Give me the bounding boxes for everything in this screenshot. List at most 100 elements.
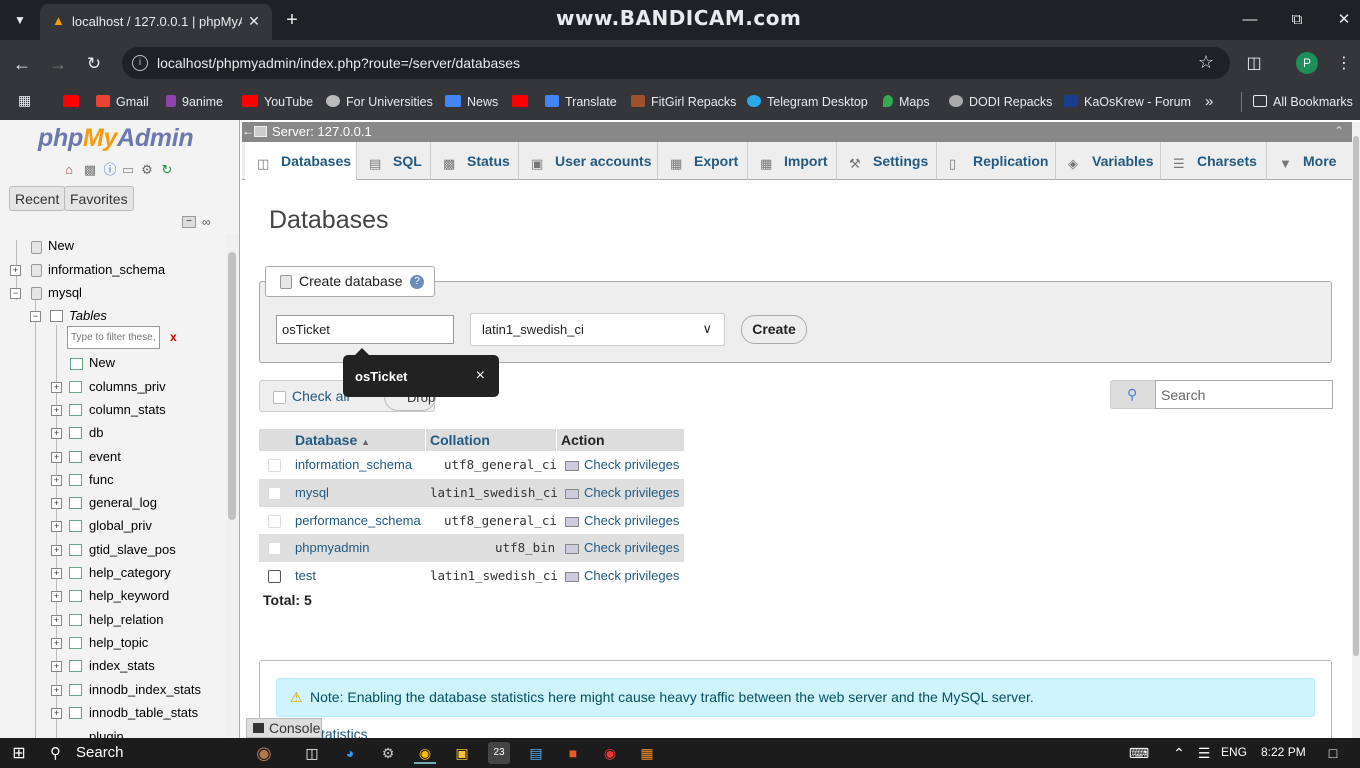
bookmark-9anime[interactable]: 9anime xyxy=(166,92,223,112)
bookmark-maps[interactable]: Maps xyxy=(883,92,930,112)
navigation-scrollbar[interactable] xyxy=(226,234,238,738)
file-explorer-icon[interactable]: ▣ xyxy=(451,742,473,764)
row-checkbox[interactable] xyxy=(268,487,281,500)
expand-icon[interactable]: + xyxy=(51,591,62,602)
row-checkbox[interactable] xyxy=(268,570,281,583)
row-checkbox[interactable] xyxy=(268,459,281,472)
db-name-link[interactable]: information_schema xyxy=(295,451,412,479)
url-bar[interactable]: i localhost/phpmyadmin/index.php?route=/… xyxy=(122,47,1230,79)
settings-icon[interactable]: ⚙ xyxy=(140,163,154,177)
calendar-icon[interactable]: 23 xyxy=(488,742,510,764)
keyboard-icon[interactable]: ⌨ xyxy=(1128,742,1150,764)
tree-db-mysql[interactable]: mysql xyxy=(48,282,82,304)
check-privileges-link[interactable]: Check privileges xyxy=(584,562,679,590)
check-all-checkbox[interactable] xyxy=(273,391,286,404)
bookmark-youtube-2-icon[interactable] xyxy=(512,92,534,112)
tab-replication[interactable]: ▯ Replication xyxy=(937,142,1056,180)
clear-filter-button[interactable]: x xyxy=(170,330,177,344)
bookmark-youtube-icon[interactable] xyxy=(63,92,85,112)
expand-icon[interactable]: + xyxy=(51,685,62,696)
expand-icon[interactable]: + xyxy=(51,545,62,556)
tree-table-item[interactable]: help_keyword xyxy=(89,585,169,607)
expand-icon[interactable]: + xyxy=(51,382,62,393)
browser-tab[interactable]: ▲ localhost / 127.0.0.1 | phpMyAd ✕ xyxy=(40,4,272,40)
tab-variables[interactable]: ◈ Variables xyxy=(1056,142,1161,180)
tree-new-database[interactable]: New xyxy=(48,235,74,257)
table-filter-input[interactable]: Type to filter these, E xyxy=(67,326,160,349)
console-toggle[interactable]: Console xyxy=(246,718,322,738)
app-icon[interactable]: ⚙ xyxy=(377,742,399,764)
tree-new-table[interactable]: New xyxy=(89,352,115,374)
expand-icon[interactable]: + xyxy=(51,615,62,626)
db-name-link[interactable]: test xyxy=(295,562,316,590)
db-name-link[interactable]: mysql xyxy=(295,479,329,507)
network-icon[interactable]: ☰ xyxy=(1193,742,1215,764)
forward-icon[interactable]: → xyxy=(46,52,70,76)
tree-table-item[interactable]: help_relation xyxy=(89,609,163,631)
home-icon[interactable]: ⌂ xyxy=(62,163,76,177)
profile-avatar[interactable]: P xyxy=(1296,52,1318,74)
logout-icon[interactable]: ▩ xyxy=(83,163,97,177)
xampp-icon[interactable]: ▦ xyxy=(636,742,658,764)
server-label[interactable]: Server: 127.0.0.1 xyxy=(272,124,372,139)
clock[interactable]: 8:22 PM xyxy=(1261,745,1306,759)
widget-icon[interactable]: ◉ xyxy=(242,742,286,764)
tab-import[interactable]: ▦ Import xyxy=(748,142,837,180)
chrome-icon[interactable]: ◉ xyxy=(414,742,436,764)
extensions-icon[interactable]: ◫ xyxy=(1242,52,1266,76)
check-privileges-link[interactable]: Check privileges xyxy=(584,534,679,562)
more-bookmarks-icon[interactable]: » xyxy=(1205,92,1213,112)
back-icon[interactable]: ← xyxy=(10,52,34,76)
tree-table-item[interactable]: innodb_table_stats xyxy=(89,702,198,724)
expand-icon[interactable]: + xyxy=(51,708,62,719)
tree-table-item[interactable]: global_priv xyxy=(89,515,152,537)
bandicam-icon[interactable]: ◉ xyxy=(599,742,621,764)
check-privileges-link[interactable]: Check privileges xyxy=(584,479,679,507)
expand-icon[interactable]: + xyxy=(51,452,62,463)
tab-sql[interactable]: ▤ SQL xyxy=(357,142,431,180)
main-scrollbar[interactable] xyxy=(1352,122,1360,738)
tree-table-item[interactable]: innodb_index_stats xyxy=(89,679,201,701)
expand-icon[interactable]: + xyxy=(51,661,62,672)
scrollbar-thumb[interactable] xyxy=(228,252,236,520)
tree-table-item[interactable]: gtid_slave_pos xyxy=(89,539,176,561)
close-tab-icon[interactable]: ✕ xyxy=(244,11,264,31)
tree-table-item[interactable]: db xyxy=(89,422,103,444)
notepad-icon[interactable]: ▤ xyxy=(525,742,547,764)
reload-nav-icon[interactable]: ↻ xyxy=(160,163,174,177)
tab-charsets[interactable]: ☰ Charsets xyxy=(1161,142,1267,180)
collapse-nav-icon[interactable]: ← xyxy=(242,124,258,140)
collation-select[interactable]: latin1_swedish_ci ∨ xyxy=(470,313,725,346)
expand-icon[interactable]: + xyxy=(51,498,62,509)
link-with-main-icon[interactable]: ∞ xyxy=(202,216,216,228)
restore-icon[interactable]: ⧉ xyxy=(1285,8,1309,32)
language-indicator[interactable]: ENG xyxy=(1221,745,1247,759)
bookmark-kaoskrew[interactable]: KaOsKrew - Forum xyxy=(1064,92,1191,112)
edge-icon[interactable]: ◕ xyxy=(339,742,361,764)
db-name-link[interactable]: performance_schema xyxy=(295,507,421,535)
bookmark-for-universities[interactable]: For Universities xyxy=(326,92,433,112)
tree-table-item[interactable]: help_topic xyxy=(89,632,148,654)
tab-search-icon[interactable]: ▼ xyxy=(8,8,32,32)
check-all-label[interactable]: Check all xyxy=(292,388,350,404)
tree-table-item[interactable]: column_stats xyxy=(89,399,166,421)
taskbar-search[interactable]: ⚲ Search xyxy=(40,738,240,768)
expand-icon[interactable]: + xyxy=(10,265,21,276)
collapse-all-icon[interactable]: − xyxy=(182,216,196,228)
apps-icon[interactable]: ▦ xyxy=(18,92,34,108)
close-tooltip-icon[interactable]: × xyxy=(476,367,485,385)
expand-icon[interactable]: + xyxy=(51,521,62,532)
tree-table-item[interactable]: event xyxy=(89,446,121,468)
tab-user-accounts[interactable]: ▣ User accounts xyxy=(519,142,658,180)
docs-icon[interactable]: ▭ xyxy=(121,163,135,177)
expand-icon[interactable]: + xyxy=(51,638,62,649)
check-privileges-link[interactable]: Check privileges xyxy=(584,507,679,535)
close-window-icon[interactable]: ✕ xyxy=(1332,8,1356,32)
task-view-icon[interactable]: ◫ xyxy=(301,742,323,764)
reload-icon[interactable]: ↻ xyxy=(82,52,106,76)
tree-table-item[interactable]: index_stats xyxy=(89,655,155,677)
scrollbar-thumb[interactable] xyxy=(1353,136,1359,656)
header-database[interactable]: Database ▲ xyxy=(295,429,370,451)
fullscreen-icon[interactable]: ⌃ xyxy=(1334,124,1344,138)
help-icon[interactable]: ? xyxy=(410,275,424,289)
